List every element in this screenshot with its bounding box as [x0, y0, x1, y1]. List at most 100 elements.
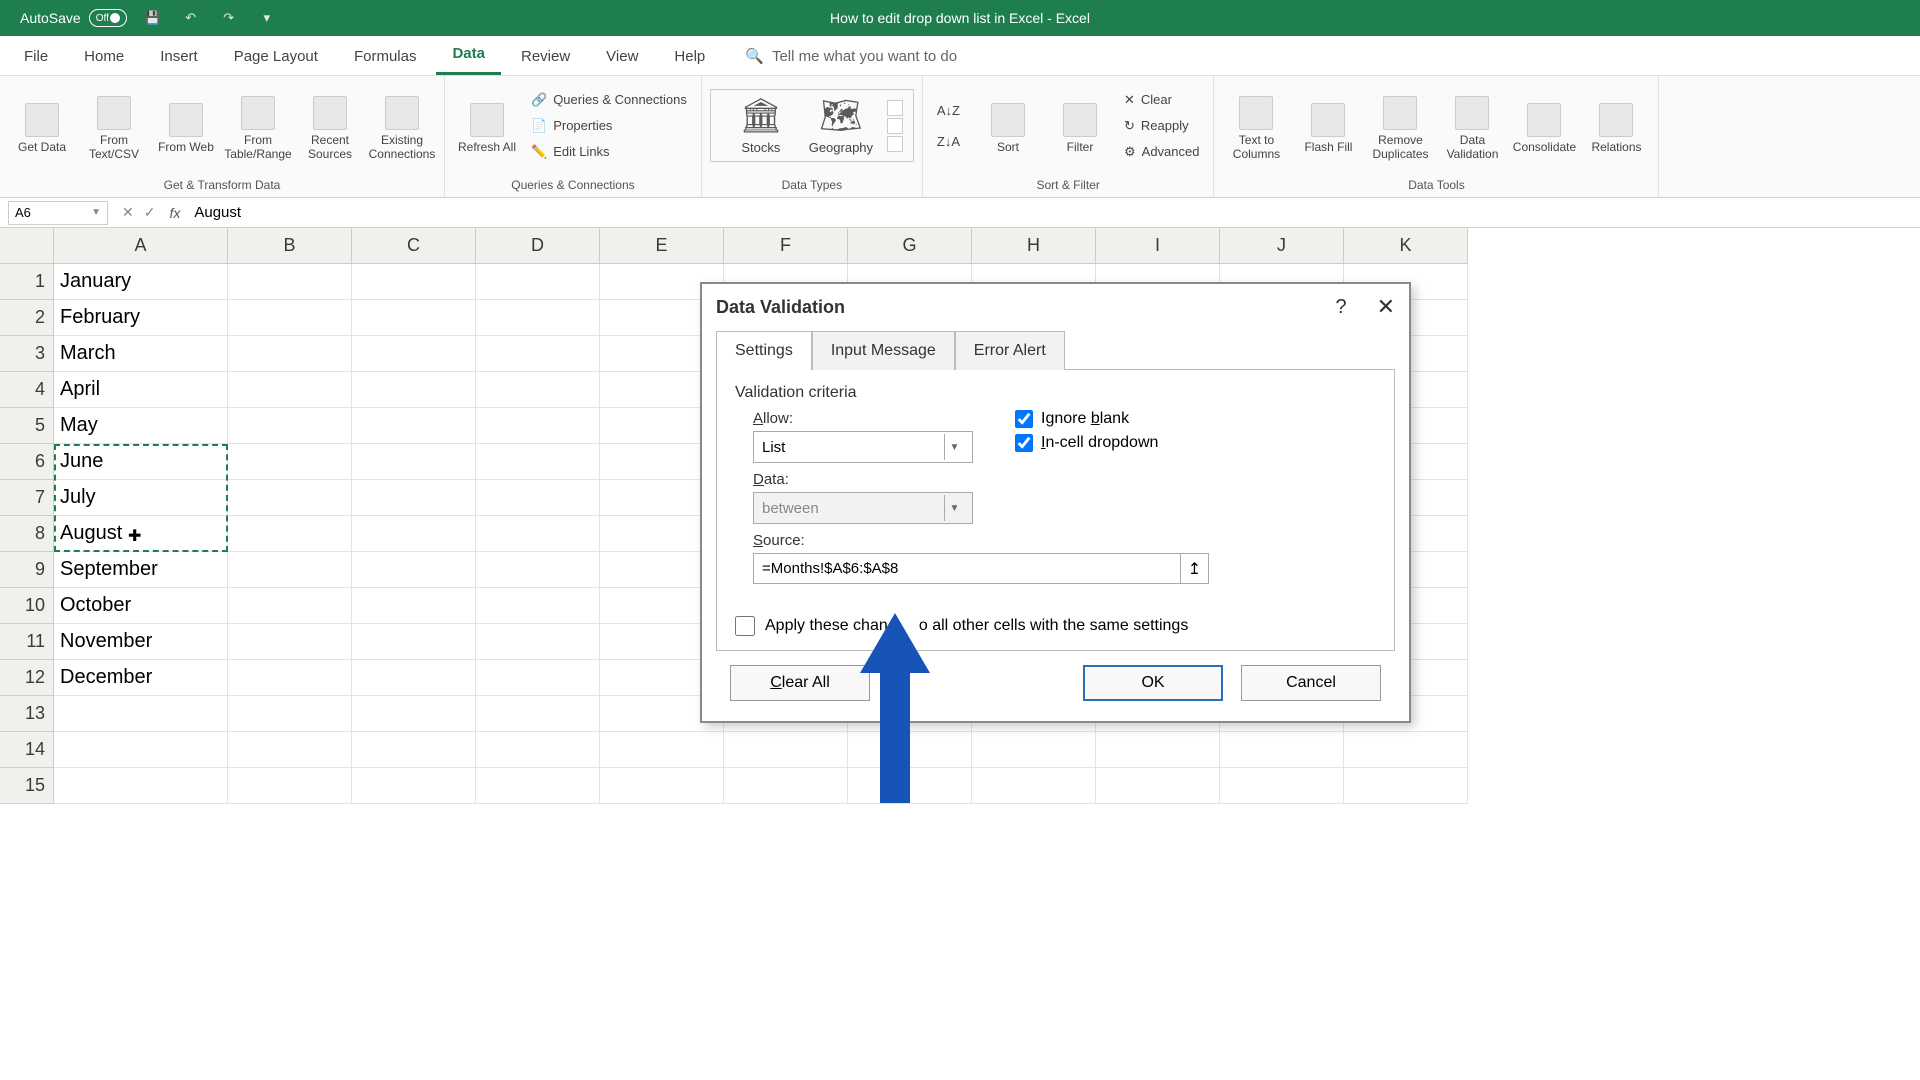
fx-icon[interactable]: fx — [169, 205, 180, 221]
cancel-button[interactable]: Cancel — [1241, 665, 1381, 701]
cell[interactable] — [476, 444, 600, 480]
cell[interactable] — [352, 588, 476, 624]
geography-button[interactable]: 🗺Geography — [801, 96, 881, 155]
relations-button[interactable]: Relations — [1582, 97, 1650, 154]
stocks-button[interactable]: 🏛Stocks — [721, 96, 801, 155]
sort-za-button[interactable]: Z↓A — [931, 130, 966, 153]
row-header[interactable]: 13 — [0, 696, 54, 732]
cell[interactable] — [476, 372, 600, 408]
tab-file[interactable]: File — [8, 38, 64, 75]
cell[interactable]: April — [54, 372, 228, 408]
cell[interactable]: August — [54, 516, 228, 552]
cell[interactable] — [476, 408, 600, 444]
advanced-filter-button[interactable]: ⚙ Advanced — [1118, 140, 1205, 164]
cell[interactable] — [476, 696, 600, 732]
autosave-toggle[interactable]: AutoSave Off — [20, 9, 127, 27]
cell[interactable] — [352, 552, 476, 588]
cell[interactable] — [972, 768, 1096, 804]
formula-input[interactable] — [190, 202, 1920, 223]
ok-button[interactable]: OK — [1083, 665, 1223, 701]
cell[interactable] — [848, 732, 972, 768]
existing-connections-button[interactable]: Existing Connections — [368, 90, 436, 161]
types-more-icon[interactable] — [887, 136, 903, 152]
reapply-button[interactable]: ↻ Reapply — [1118, 114, 1205, 138]
cell[interactable] — [352, 264, 476, 300]
tab-help[interactable]: Help — [658, 38, 721, 75]
cell[interactable] — [352, 444, 476, 480]
col-header-f[interactable]: F — [724, 228, 848, 264]
cell[interactable] — [1344, 768, 1468, 804]
cell[interactable] — [352, 768, 476, 804]
in-cell-dropdown-checkbox[interactable]: In-cell dropdown — [1015, 434, 1158, 452]
enter-formula-icon[interactable]: ✓ — [144, 204, 156, 221]
row-header[interactable]: 4 — [0, 372, 54, 408]
select-all-corner[interactable] — [0, 228, 54, 264]
sort-button[interactable]: Sort — [974, 97, 1042, 154]
redo-icon[interactable]: ↷ — [217, 6, 241, 30]
cell[interactable] — [352, 336, 476, 372]
types-down-icon[interactable] — [887, 118, 903, 134]
cell[interactable] — [352, 516, 476, 552]
cell[interactable] — [476, 588, 600, 624]
row-header[interactable]: 11 — [0, 624, 54, 660]
cell[interactable] — [724, 768, 848, 804]
recent-sources-button[interactable]: Recent Sources — [296, 90, 364, 161]
sort-az-button[interactable]: A↓Z — [931, 99, 966, 122]
cell[interactable] — [1096, 768, 1220, 804]
queries-connections-button[interactable]: 🔗 Queries & Connections — [525, 88, 693, 112]
cell[interactable] — [352, 732, 476, 768]
cell[interactable] — [228, 480, 352, 516]
cell[interactable] — [228, 336, 352, 372]
cell[interactable] — [352, 372, 476, 408]
chevron-down-icon[interactable]: ▼ — [91, 207, 101, 218]
cell[interactable] — [228, 660, 352, 696]
name-box[interactable]: A6▼ — [8, 201, 108, 225]
cell[interactable] — [228, 552, 352, 588]
properties-button[interactable]: 📄 Properties — [525, 114, 693, 138]
cell[interactable]: December — [54, 660, 228, 696]
cell[interactable]: May — [54, 408, 228, 444]
col-header-h[interactable]: H — [972, 228, 1096, 264]
tab-insert[interactable]: Insert — [144, 38, 214, 75]
cell[interactable] — [476, 264, 600, 300]
col-header-g[interactable]: G — [848, 228, 972, 264]
row-header[interactable]: 8 — [0, 516, 54, 552]
cell[interactable] — [476, 300, 600, 336]
tab-formulas[interactable]: Formulas — [338, 38, 433, 75]
cell[interactable] — [600, 768, 724, 804]
cell[interactable] — [54, 768, 228, 804]
cell[interactable] — [54, 732, 228, 768]
flash-fill-button[interactable]: Flash Fill — [1294, 97, 1362, 154]
row-header[interactable]: 15 — [0, 768, 54, 804]
col-header-b[interactable]: B — [228, 228, 352, 264]
filter-button[interactable]: Filter — [1046, 97, 1114, 154]
row-header[interactable]: 2 — [0, 300, 54, 336]
row-header[interactable]: 1 — [0, 264, 54, 300]
cell[interactable]: February — [54, 300, 228, 336]
cell[interactable] — [228, 264, 352, 300]
cell[interactable] — [476, 516, 600, 552]
row-header[interactable]: 6 — [0, 444, 54, 480]
cell[interactable] — [228, 624, 352, 660]
cell[interactable] — [352, 660, 476, 696]
row-header[interactable]: 12 — [0, 660, 54, 696]
row-header[interactable]: 5 — [0, 408, 54, 444]
tab-page-layout[interactable]: Page Layout — [218, 38, 334, 75]
cell[interactable] — [1096, 732, 1220, 768]
allow-dropdown[interactable]: List▼ — [753, 431, 973, 463]
save-icon[interactable]: 💾 — [141, 6, 165, 30]
cell[interactable]: October — [54, 588, 228, 624]
tab-view[interactable]: View — [590, 38, 654, 75]
qat-customize-icon[interactable]: ▾ — [255, 6, 279, 30]
cell[interactable] — [54, 696, 228, 732]
cell[interactable] — [476, 480, 600, 516]
tab-settings[interactable]: Settings — [716, 331, 812, 370]
tab-input-message[interactable]: Input Message — [812, 331, 955, 370]
row-header[interactable]: 14 — [0, 732, 54, 768]
col-header-d[interactable]: D — [476, 228, 600, 264]
text-to-columns-button[interactable]: Text to Columns — [1222, 90, 1290, 161]
cell[interactable] — [1220, 768, 1344, 804]
cell[interactable] — [352, 696, 476, 732]
cell[interactable] — [600, 732, 724, 768]
col-header-c[interactable]: C — [352, 228, 476, 264]
